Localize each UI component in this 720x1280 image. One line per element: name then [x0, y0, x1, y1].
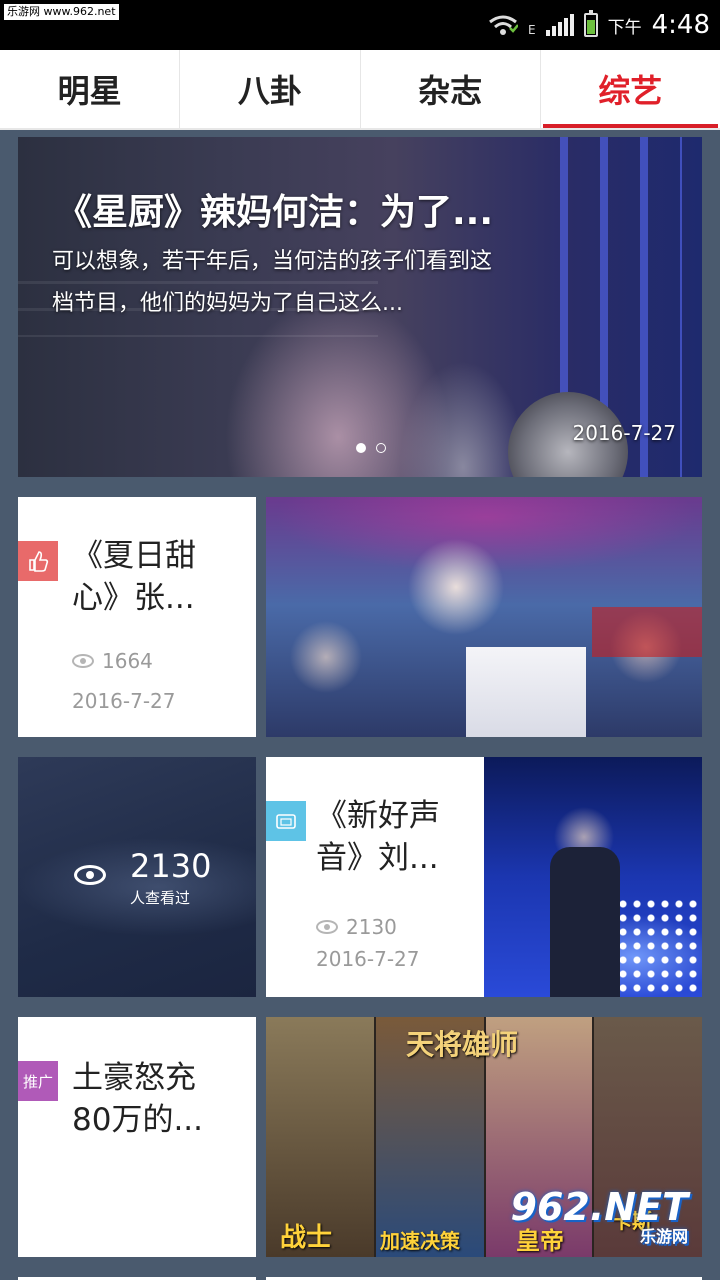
site-logo-watermark: 962.NET 乐游网: [511, 1185, 688, 1247]
article-image-2[interactable]: [484, 757, 702, 997]
carousel-indicator: [356, 443, 386, 453]
category-tabs: 明星 八卦 杂志 综艺: [0, 50, 720, 130]
card-title: 《新好声音》刘...: [316, 798, 440, 876]
stat-label: 人查看过: [130, 889, 191, 907]
card-date: 2016-7-27: [72, 689, 176, 713]
view-count: 1664: [72, 649, 153, 673]
site-watermark: 乐游网 www.962.net: [4, 4, 119, 20]
stat-count: 2130: [130, 847, 212, 885]
ad-card[interactable]: 推广 土豪怒充80万的...: [18, 1017, 256, 1257]
ad-badge: 推广: [18, 1061, 58, 1101]
card-title: 土豪怒充80万的...: [72, 1060, 204, 1138]
view-count: 2130: [316, 915, 397, 939]
tab-variety[interactable]: 综艺: [541, 50, 720, 128]
view-count-value: 1664: [102, 649, 153, 673]
card-date: 2016-7-27: [316, 947, 420, 971]
stage-sign: [592, 607, 702, 657]
shirt-shape: [466, 647, 586, 737]
status-icons: E 下午 4:48: [488, 8, 710, 42]
article-image-1[interactable]: [266, 497, 702, 737]
view-stat-card[interactable]: 2130 人查看过: [18, 757, 256, 997]
status-bar: 乐游网 www.962.net E 下午 4:48: [0, 0, 720, 50]
tab-magazine[interactable]: 杂志: [361, 50, 541, 128]
wifi-icon: [489, 15, 519, 35]
carousel-dot-2[interactable]: [376, 443, 386, 453]
network-type: E: [528, 23, 536, 37]
article-card-2[interactable]: 《新好声音》刘... 2130 2016-7-27: [266, 757, 484, 997]
clock-ampm: 下午: [607, 17, 642, 38]
hero-date: 2016-7-27: [572, 421, 676, 445]
hero-title: 《星厨》辣妈何洁：为了...: [56, 192, 494, 233]
ad-caption-2: 加速决策: [380, 1229, 460, 1253]
hero-description: 可以想象，若干年后，当何洁的孩子们看到这档节目，他们的妈妈为了自己这么...: [52, 249, 493, 316]
ad-image[interactable]: 天将雄师 战士 加速决策 皇帝 卡斯 962.NET 乐游网: [266, 1017, 702, 1257]
tab-gossip[interactable]: 八卦: [180, 50, 361, 128]
ad-caption-1: 战士: [280, 1223, 333, 1253]
signal-icon: [545, 14, 574, 36]
card-title: 《夏日甜心》张...: [72, 538, 196, 616]
battery-icon: [583, 10, 598, 37]
article-card-1[interactable]: 《夏日甜心》张... 1664 2016-7-27: [18, 497, 256, 737]
hero-banner[interactable]: 《星厨》辣妈何洁：为了... 可以想象，若干年后，当何洁的孩子们看到这档节目，他…: [18, 137, 702, 477]
view-count-value: 2130: [346, 915, 397, 939]
tab-stars[interactable]: 明星: [0, 50, 181, 128]
ad-logo: 天将雄师: [406, 1028, 519, 1061]
thumbs-up-icon: [18, 541, 58, 581]
tv-icon: [266, 801, 306, 841]
clock-time: 4:48: [651, 10, 710, 40]
carousel-dot-1[interactable]: [356, 443, 366, 453]
singer-silhouette: [550, 847, 620, 997]
eye-icon: [74, 865, 106, 885]
eye-icon: [72, 654, 94, 668]
eye-icon: [316, 920, 338, 934]
